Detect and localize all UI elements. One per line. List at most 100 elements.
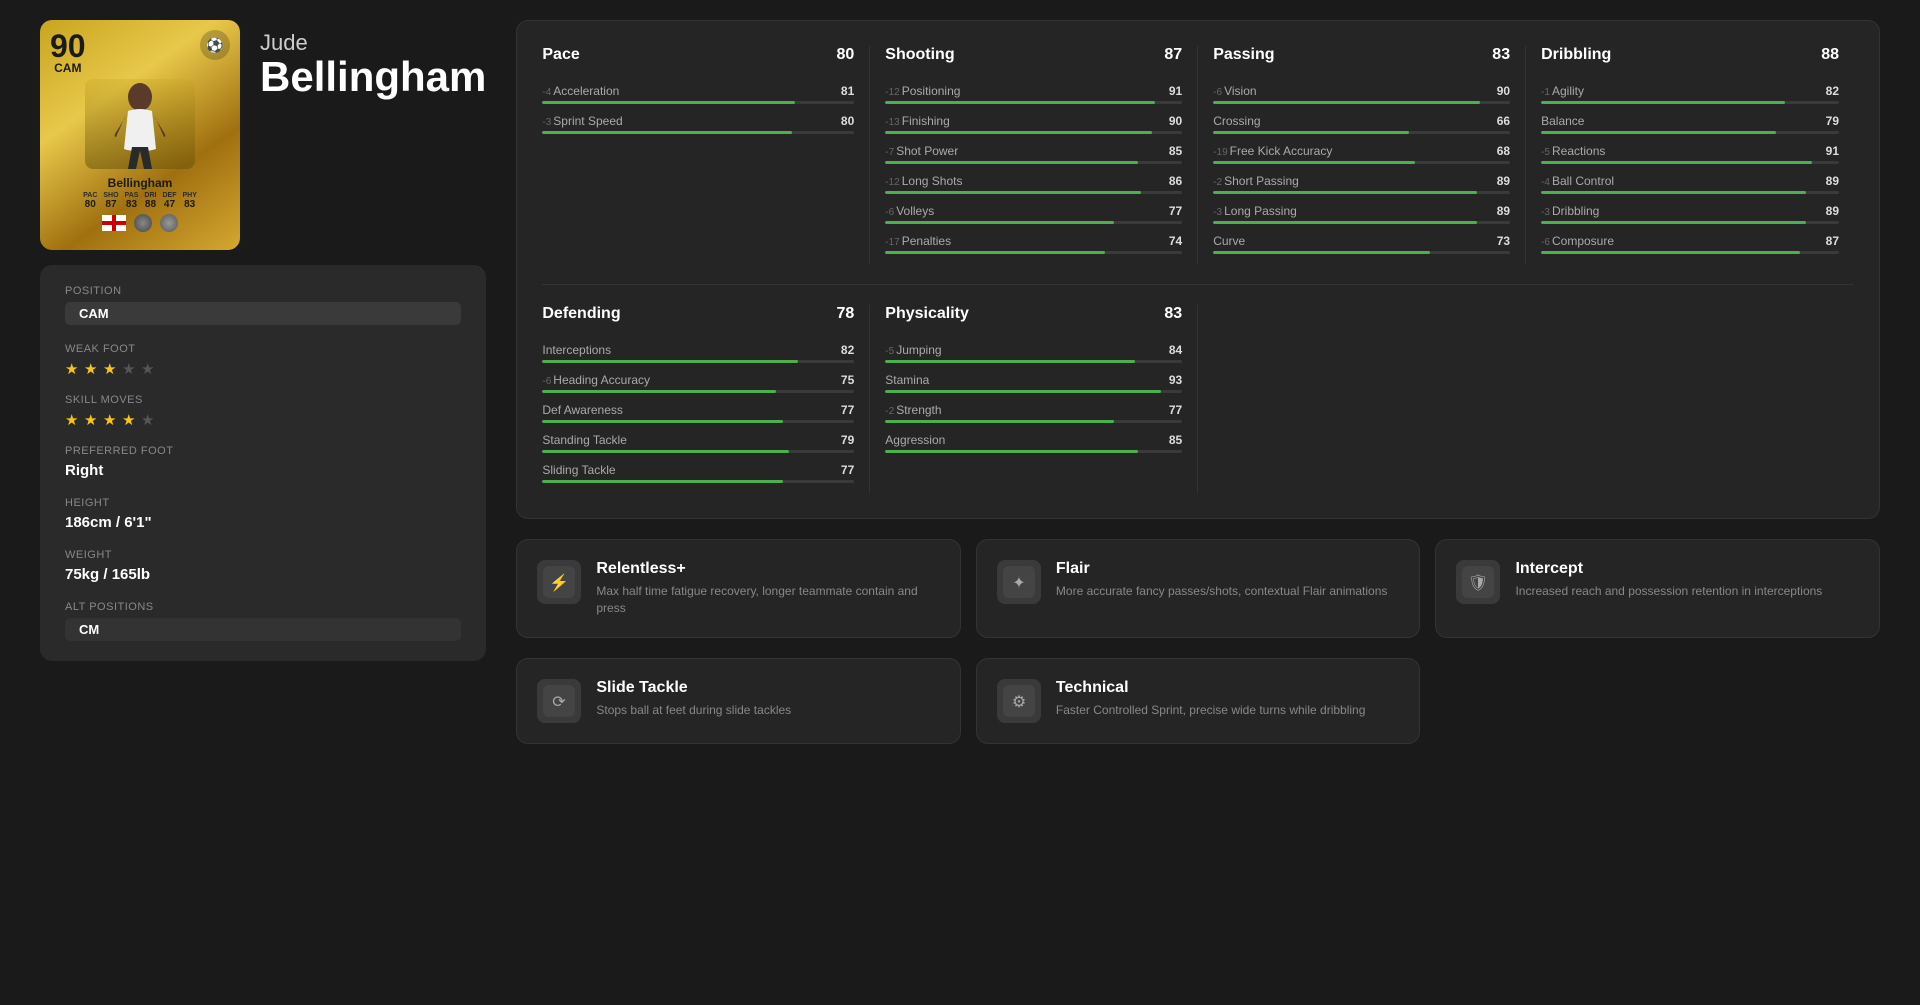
- passing-category: Passing 83 -6Vision 90 Crossing 66: [1198, 46, 1526, 264]
- trait-name: Slide Tackle: [596, 679, 940, 697]
- trait-name: Flair: [1056, 560, 1400, 578]
- shooting-name: Shooting: [885, 46, 954, 64]
- card-def-value: 47: [164, 199, 175, 210]
- stat-item: Aggression 85: [885, 433, 1182, 453]
- pace-value: 80: [836, 46, 854, 64]
- position-badge: CAM: [65, 302, 461, 325]
- info-panel: Position CAM Weak Foot ★ ★ ★ ★ ★ Skill M…: [40, 265, 486, 661]
- stat-item: -12Long Shots 86: [885, 174, 1182, 194]
- stat-item: Def Awareness 77: [542, 403, 854, 423]
- stat-item: -1Agility 82: [1541, 84, 1839, 104]
- defending-category: Defending 78 Interceptions 82 -6Heading …: [542, 305, 870, 493]
- pace-category: Pace 80 -4Acceleration 81 -3Sprint Speed…: [542, 46, 870, 264]
- stat-item: -6Composure 87: [1541, 234, 1839, 254]
- svg-text:⚙: ⚙: [1012, 694, 1026, 711]
- physicality-name: Physicality: [885, 305, 969, 323]
- weak-foot-row: Weak Foot ★ ★ ★ ★ ★: [65, 343, 461, 376]
- card-rating: 90: [50, 30, 86, 62]
- weak-foot-stars: ★ ★ ★ ★ ★: [65, 360, 461, 376]
- stat-item: -3Long Passing 89: [1213, 204, 1510, 224]
- stat-item: -5Jumping 84: [885, 343, 1182, 363]
- stat-item: -2Strength 77: [885, 403, 1182, 423]
- passing-items: -6Vision 90 Crossing 66 -19Free Kick Acc…: [1213, 84, 1510, 254]
- card-phy-label: PHY: [182, 192, 196, 199]
- weak-foot-label: Weak Foot: [65, 343, 461, 355]
- nation-badge: [160, 214, 178, 232]
- stat-item: -4Ball Control 89: [1541, 174, 1839, 194]
- trait-name: Relentless+: [596, 560, 940, 578]
- trait-icon: ✦: [997, 560, 1041, 604]
- card-sho-value: 87: [105, 199, 116, 210]
- trait-desc: Stops ball at feet during slide tackles: [596, 702, 940, 719]
- alt-positions-row: Alt Positions CM: [65, 601, 461, 641]
- stat-item: Standing Tackle 79: [542, 433, 854, 453]
- trait-card: ⚙ Technical Faster Controlled Sprint, pr…: [976, 658, 1421, 744]
- trait-card: ✦ Flair More accurate fancy passes/shots…: [976, 539, 1421, 638]
- trait-name: Technical: [1056, 679, 1400, 697]
- pace-name: Pace: [542, 46, 579, 64]
- player-card: 90 CAM ⚽: [40, 20, 240, 250]
- stat-item: Crossing 66: [1213, 114, 1510, 134]
- stat-item: -13Finishing 90: [885, 114, 1182, 134]
- card-pac-value: 80: [85, 199, 96, 210]
- stat-item: -3Sprint Speed 80: [542, 114, 854, 134]
- card-sho-label: SHO: [103, 192, 118, 199]
- passing-name: Passing: [1213, 46, 1274, 64]
- card-flags-row: [102, 214, 178, 232]
- trait-card: ⟳ Slide Tackle Stops ball at feet during…: [516, 658, 961, 744]
- stat-item: Interceptions 82: [542, 343, 854, 363]
- weight-label: Weight: [65, 549, 461, 561]
- passing-value: 83: [1492, 46, 1510, 64]
- right-panel: Pace 80 -4Acceleration 81 -3Sprint Speed…: [516, 20, 1880, 744]
- stat-item: -7Shot Power 85: [885, 144, 1182, 164]
- card-dri-label: DRI: [144, 192, 156, 199]
- stat-item: -3Dribbling 89: [1541, 204, 1839, 224]
- stat-item: Balance 79: [1541, 114, 1839, 134]
- trait-icon: ⚡: [537, 560, 581, 604]
- left-panel: 90 CAM ⚽: [40, 20, 486, 744]
- trait-desc: Max half time fatigue recovery, longer t…: [596, 583, 940, 617]
- trait-desc: More accurate fancy passes/shots, contex…: [1056, 583, 1400, 600]
- traits-grid-2: ⟳ Slide Tackle Stops ball at feet during…: [516, 658, 1880, 744]
- card-pas-label: PAS: [125, 192, 139, 199]
- height-label: Height: [65, 497, 461, 509]
- stat-item: Sliding Tackle 77: [542, 463, 854, 483]
- player-header: 90 CAM ⚽: [40, 20, 486, 250]
- defending-value: 78: [836, 305, 854, 323]
- stat-item: -4Acceleration 81: [542, 84, 854, 104]
- card-player-name: Bellingham: [108, 176, 173, 190]
- stat-item: Curve 73: [1213, 234, 1510, 254]
- stat-item: Stamina 93: [885, 373, 1182, 393]
- skill-moves-stars: ★ ★ ★ ★ ★: [65, 411, 461, 427]
- trait-icon: ⚙: [997, 679, 1041, 723]
- player-last-name: Bellingham: [260, 56, 486, 98]
- stats-box: Pace 80 -4Acceleration 81 -3Sprint Speed…: [516, 20, 1880, 519]
- player-image: [85, 79, 195, 169]
- trait-card: ⚡ Relentless+ Max half time fatigue reco…: [516, 539, 961, 638]
- height-row: Height 186cm / 6'1": [65, 497, 461, 531]
- physicality-items: -5Jumping 84 Stamina 93 -2Strength 77: [885, 343, 1182, 453]
- svg-text:⚡: ⚡: [549, 573, 569, 592]
- defending-name: Defending: [542, 305, 620, 323]
- pace-items: -4Acceleration 81 -3Sprint Speed 80: [542, 84, 854, 134]
- height-value: 186cm / 6'1": [65, 514, 461, 531]
- dribbling-category: Dribbling 88 -1Agility 82 Balance 79: [1526, 46, 1854, 264]
- physicality-value: 83: [1164, 305, 1182, 323]
- traits-grid-1: ⚡ Relentless+ Max half time fatigue reco…: [516, 539, 1880, 638]
- stat-item: -6Vision 90: [1213, 84, 1510, 104]
- stat-item: -19Free Kick Accuracy 68: [1213, 144, 1510, 164]
- alt-positions-label: Alt Positions: [65, 601, 461, 613]
- skill-moves-row: Skill Moves ★ ★ ★ ★ ★: [65, 394, 461, 427]
- dribbling-items: -1Agility 82 Balance 79 -5Reactions 91: [1541, 84, 1839, 254]
- card-dri-value: 88: [145, 199, 156, 210]
- empty-col-2: [1526, 305, 1854, 493]
- stat-item: -17Penalties 74: [885, 234, 1182, 254]
- trait-icon: ⟳: [537, 679, 581, 723]
- shooting-category: Shooting 87 -12Positioning 91 -13Finishi…: [870, 46, 1198, 264]
- dribbling-cat-name: Dribbling: [1541, 46, 1611, 64]
- shooting-items: -12Positioning 91 -13Finishing 90 -7Shot…: [885, 84, 1182, 254]
- svg-text:🛡: 🛡: [1468, 574, 1488, 592]
- card-stats-row: PAC 80 SHO 87 PAS 83 DRI 88: [83, 192, 197, 210]
- trait-card: 🛡 Intercept Increased reach and possessi…: [1435, 539, 1880, 638]
- stat-item: -6Volleys 77: [885, 204, 1182, 224]
